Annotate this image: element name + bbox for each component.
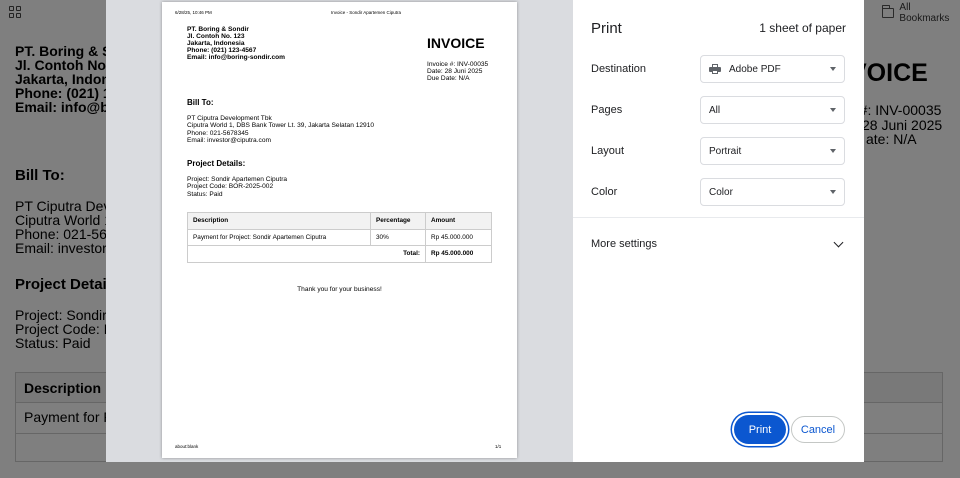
project-line: Project: Sondir Apartemen Ciputra <box>187 176 288 183</box>
print-dialog: 6/28/25, 10:46 PM Invoice - Sondir Apart… <box>106 0 864 462</box>
color-label: Color <box>591 186 618 198</box>
more-settings-label: More settings <box>591 238 658 250</box>
print-settings-panel: Print 1 sheet of paper Destination Adobe… <box>573 0 864 462</box>
pages-select[interactable]: All <box>700 96 845 124</box>
sheet-count: 1 sheet of paper <box>759 21 846 35</box>
settings-divider <box>573 217 864 218</box>
table-total-row: Total: Rp 45.000.000 <box>187 245 492 263</box>
more-settings-toggle[interactable]: More settings <box>591 237 846 256</box>
color-value: Color <box>709 186 733 198</box>
bill-to-line: Phone: 021-5678345 <box>187 129 249 137</box>
company-line: PT. Boring & Sondir <box>187 26 249 33</box>
bill-to-line: Ciputra World 1, DBS Bank Tower Lt. 39, … <box>187 122 375 130</box>
color-select[interactable]: Color <box>700 178 845 206</box>
layout-label: Layout <box>591 145 625 157</box>
preview-bill-to-block: PT Ciputra Development Tbk Ciputra World… <box>187 115 374 145</box>
print-preview-area: 6/28/25, 10:46 PM Invoice - Sondir Apart… <box>106 0 573 462</box>
dropdown-arrow-icon <box>830 67 836 71</box>
bill-to-line: PT Ciputra Development Tbk <box>187 115 272 122</box>
pages-value: All <box>709 104 721 116</box>
table-row: Payment for Project: Sondir Apartemen Ci… <box>187 228 492 246</box>
table-header-percentage: Percentage <box>370 212 426 230</box>
destination-select[interactable]: Adobe PDF <box>700 55 845 83</box>
preview-header-title: Invoice - Sondir Apartemen Ciputra <box>331 10 402 15</box>
preview-header-datetime: 6/28/25, 10:46 PM <box>175 10 212 15</box>
layout-value: Portrait <box>709 145 742 157</box>
cancel-button[interactable]: Cancel <box>791 416 845 443</box>
table-cell-percentage: 30% <box>370 228 426 246</box>
printer-icon <box>709 64 721 74</box>
print-dialog-title: Print <box>591 20 622 37</box>
preview-items-table: Description Percentage Amount Payment fo… <box>187 212 492 263</box>
company-line: Jakarta, Indonesia <box>187 40 245 47</box>
print-button[interactable]: Print <box>734 415 786 444</box>
preview-invoice-title: INVOICE <box>427 35 485 51</box>
destination-label: Destination <box>591 63 647 75</box>
project-line: Status: Paid <box>187 190 223 198</box>
chevron-down-icon <box>833 237 844 248</box>
table-header-amount: Amount <box>425 212 492 230</box>
preview-page: 6/28/25, 10:46 PM Invoice - Sondir Apart… <box>162 2 517 458</box>
pages-label: Pages <box>591 104 623 116</box>
layout-select[interactable]: Portrait <box>700 137 845 165</box>
dropdown-arrow-icon <box>830 108 836 112</box>
invoice-number: Invoice #: INV-00035 <box>427 61 489 68</box>
project-line: Project Code: BOR-2025-002 <box>187 183 274 191</box>
bill-to-line: Email: investor@ciputra.com <box>187 137 272 145</box>
table-total-value: Rp 45.000.000 <box>425 245 492 263</box>
preview-project-block: Project: Sondir Apartemen Ciputra Projec… <box>187 176 287 198</box>
invoice-due-date: Due Date: N/A <box>427 75 470 83</box>
preview-thanks-note: Thank you for your business! <box>297 286 382 293</box>
preview-project-heading: Project Details: <box>187 159 246 168</box>
table-header-description: Description <box>187 212 371 230</box>
preview-company-block: PT. Boring & Sondir Jl. Contoh No. 123 J… <box>187 26 285 61</box>
preview-footer-url: about:blank <box>175 444 199 449</box>
company-line: Email: info@boring-sondir.com <box>187 54 286 61</box>
company-line: Phone: (021) 123-4567 <box>187 47 257 54</box>
invoice-date: Date: 28 Juni 2025 <box>427 68 483 76</box>
destination-value: Adobe PDF <box>729 63 781 75</box>
table-cell-description: Payment for Project: Sondir Apartemen Ci… <box>187 228 371 246</box>
table-header-row: Description Percentage Amount <box>187 212 492 230</box>
preview-footer-page: 1/1 <box>495 444 502 449</box>
table-cell-amount: Rp 45.000.000 <box>425 228 492 246</box>
table-total-label: Total: <box>187 245 426 263</box>
dropdown-arrow-icon <box>830 190 836 194</box>
company-line: Jl. Contoh No. 123 <box>187 33 245 40</box>
preview-bill-to-heading: Bill To: <box>187 98 214 107</box>
preview-invoice-meta: Invoice #: INV-00035 Date: 28 Juni 2025 … <box>427 61 488 83</box>
dropdown-arrow-icon <box>830 149 836 153</box>
